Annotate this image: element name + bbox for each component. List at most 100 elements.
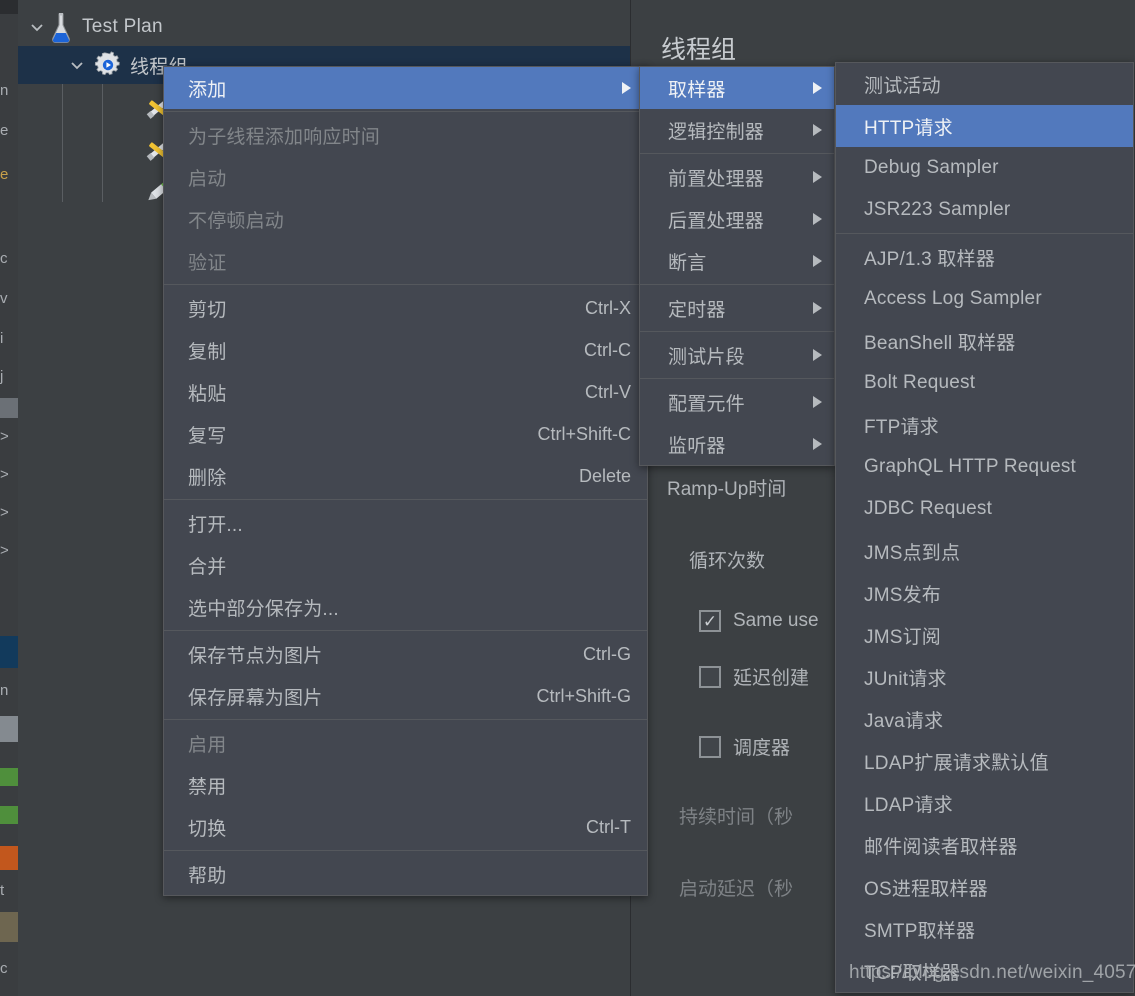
menu-item-label: 定时器 xyxy=(668,299,726,321)
menu-item-label: 保存屏幕为图片 xyxy=(188,687,323,709)
menu-item-label: 为子线程添加响应时间 xyxy=(188,126,381,148)
menu-item-label: GraphQL HTTP Request xyxy=(864,456,1077,477)
menu-item-accelerator: Ctrl+Shift-G xyxy=(536,685,631,706)
menu-item-label: 选中部分保存为... xyxy=(188,598,339,620)
context-menu[interactable]: 添加为子线程添加响应时间启动 不停顿启动验证剪切 Ctrl-X 复制 Ctrl-C 粘贴 C… xyxy=(163,66,648,896)
sampler-submenu-item[interactable]: FTP请求 xyxy=(836,404,1133,446)
field-duration: 持续时间（秒 xyxy=(679,802,793,829)
add-submenu-item[interactable]: 监听器 xyxy=(640,423,834,465)
sampler-submenu-item[interactable]: GraphQL HTTP Request xyxy=(836,446,1133,488)
menu-item-label: FTP请求 xyxy=(864,416,939,438)
add-submenu-item[interactable]: 定时器 xyxy=(640,287,834,329)
context-menu-item[interactable]: 切换 Ctrl-T xyxy=(164,806,647,848)
context-menu-item[interactable]: 添加 xyxy=(164,67,647,109)
menu-item-label: JMS点到点 xyxy=(864,542,961,564)
submenu-arrow-icon xyxy=(813,438,822,450)
menu-item-label: JUnit请求 xyxy=(864,668,947,690)
sampler-submenu-item[interactable]: JMS点到点 xyxy=(836,530,1133,572)
sampler-submenu-item[interactable]: Access Log Sampler xyxy=(836,278,1133,320)
add-submenu-item[interactable]: 断言 xyxy=(640,240,834,282)
menu-separator xyxy=(640,153,834,154)
context-menu-item[interactable]: 禁用 xyxy=(164,764,647,806)
menu-item-label: 取样器 xyxy=(668,79,726,101)
add-submenu-item[interactable]: 逻辑控制器 xyxy=(640,109,834,151)
sampler-submenu-item[interactable]: BeanShell 取样器 xyxy=(836,320,1133,362)
menu-item-label: OS进程取样器 xyxy=(864,878,988,900)
add-submenu-item[interactable]: 配置元件 xyxy=(640,381,834,423)
checkbox-delay-create[interactable]: 延迟创建 xyxy=(699,663,809,690)
field-ramp-up: Ramp-Up时间 xyxy=(667,474,786,501)
menu-item-accelerator: Ctrl+Shift-C xyxy=(537,423,631,444)
menu-item-label: AJP/1.3 取样器 xyxy=(864,248,996,270)
add-submenu-item[interactable]: 测试片段 xyxy=(640,334,834,376)
sampler-submenu-item[interactable]: JUnit请求 xyxy=(836,656,1133,698)
context-menu-item[interactable]: 保存屏幕为图片 Ctrl+Shift-G xyxy=(164,675,647,717)
context-menu-item[interactable]: 验证 xyxy=(164,240,647,282)
context-menu-item[interactable]: 选中部分保存为... xyxy=(164,586,647,628)
sampler-submenu-item[interactable]: Bolt Request xyxy=(836,362,1133,404)
context-menu-item[interactable]: 启动 xyxy=(164,156,647,198)
menu-item-label: LDAP请求 xyxy=(864,794,953,816)
context-menu-item[interactable]: 保存节点为图片 Ctrl-G xyxy=(164,633,647,675)
menu-separator xyxy=(640,378,834,379)
checkbox-same-user[interactable]: ✓ Same use xyxy=(699,610,819,632)
context-menu-item[interactable]: 粘贴 Ctrl-V xyxy=(164,371,647,413)
tree-item-test-plan[interactable]: Test Plan xyxy=(26,8,163,46)
sampler-submenu-item[interactable]: HTTP请求 xyxy=(836,105,1133,147)
sampler-submenu-item[interactable]: JSR223 Sampler xyxy=(836,189,1133,231)
context-menu-item[interactable]: 复写 Ctrl+Shift-C xyxy=(164,413,647,455)
menu-item-label: 测试活动 xyxy=(864,75,941,97)
sampler-submenu-item[interactable]: JMS发布 xyxy=(836,572,1133,614)
menu-separator xyxy=(164,719,647,720)
add-submenu-item[interactable]: 取样器 xyxy=(640,67,834,109)
sampler-submenu-item[interactable]: JDBC Request xyxy=(836,488,1133,530)
checkbox-label: Same use xyxy=(733,610,819,631)
submenu-arrow-icon xyxy=(622,82,631,94)
menu-item-label: 复制 xyxy=(188,341,227,363)
sampler-submenu-item[interactable]: Debug Sampler xyxy=(836,147,1133,189)
context-menu-item[interactable]: 为子线程添加响应时间 xyxy=(164,114,647,156)
context-menu-item[interactable]: 启用 xyxy=(164,722,647,764)
checkbox-box[interactable] xyxy=(699,665,721,688)
chevron-down-icon[interactable] xyxy=(26,8,48,46)
context-menu-item[interactable]: 帮助 xyxy=(164,853,647,895)
menu-item-label: 禁用 xyxy=(188,776,227,798)
tree-guide xyxy=(102,82,103,202)
sampler-submenu-item[interactable]: AJP/1.3 取样器 xyxy=(836,236,1133,278)
menu-separator xyxy=(164,850,647,851)
context-menu-item[interactable]: 打开... xyxy=(164,502,647,544)
menu-item-label: JSR223 Sampler xyxy=(864,199,1011,220)
check-icon: ✓ xyxy=(702,611,718,631)
menu-item-label: Bolt Request xyxy=(864,372,976,393)
menu-item-label: 前置处理器 xyxy=(668,168,765,190)
menu-item-label: 打开... xyxy=(188,514,243,536)
sampler-submenu-item[interactable]: 邮件阅读者取样器 xyxy=(836,824,1133,866)
context-menu-item[interactable]: 删除 Delete xyxy=(164,455,647,497)
sampler-submenu-item[interactable]: 测试活动 xyxy=(836,63,1133,105)
context-menu-item[interactable]: 合并 xyxy=(164,544,647,586)
sampler-submenu-item[interactable]: JMS订阅 xyxy=(836,614,1133,656)
checkbox-box[interactable] xyxy=(699,735,721,758)
menu-item-label: 验证 xyxy=(188,252,227,274)
menu-separator xyxy=(836,233,1133,234)
context-menu-item[interactable]: 复制 Ctrl-C xyxy=(164,329,647,371)
watermark: https://blog.csdn.net/weixin_40577349 xyxy=(849,962,1135,983)
sampler-submenu-item[interactable]: OS进程取样器 xyxy=(836,866,1133,908)
checkbox-box[interactable]: ✓ xyxy=(699,610,721,632)
menu-item-label: HTTP请求 xyxy=(864,117,953,139)
context-menu-item[interactable]: 剪切 Ctrl-X xyxy=(164,287,647,329)
chevron-down-icon[interactable] xyxy=(66,46,88,84)
add-submenu[interactable]: 取样器逻辑控制器前置处理器后置处理器 断言定时器测试片段配置元件 监听器 xyxy=(639,66,835,466)
context-menu-item[interactable]: 不停顿启动 xyxy=(164,198,647,240)
add-submenu-item[interactable]: 后置处理器 xyxy=(640,198,834,240)
add-submenu-item[interactable]: 前置处理器 xyxy=(640,156,834,198)
sampler-submenu-item[interactable]: Java请求 xyxy=(836,698,1133,740)
sampler-submenu-item[interactable]: LDAP扩展请求默认值 xyxy=(836,740,1133,782)
field-label: 持续时间（秒 xyxy=(679,807,794,828)
checkbox-scheduler[interactable]: 调度器 xyxy=(699,733,790,760)
sampler-submenu-item[interactable]: SMTP取样器 xyxy=(836,908,1133,950)
menu-item-label: 添加 xyxy=(188,79,227,101)
sampler-submenu-item[interactable]: LDAP请求 xyxy=(836,782,1133,824)
menu-item-label: 复写 xyxy=(188,425,227,447)
sampler-submenu[interactable]: 测试活动 HTTP请求 Debug Sampler JSR223 Sampler AJP… xyxy=(835,62,1134,993)
